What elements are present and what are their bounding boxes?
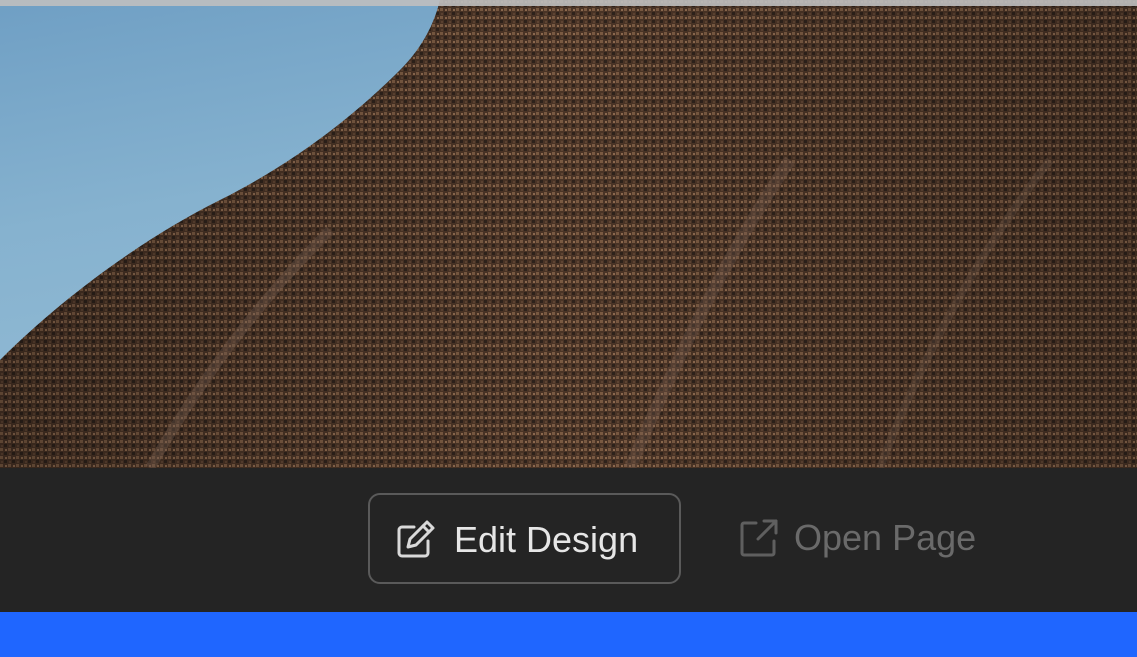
open-page-button[interactable]: Open Page (736, 493, 996, 584)
preview-toolbar: Edit Design Open Page (0, 468, 1137, 612)
accent-bar (0, 612, 1137, 657)
preview-top-strip (0, 0, 1137, 6)
photo-image (0, 0, 1137, 468)
external-link-icon (738, 517, 780, 559)
open-page-label: Open Page (794, 517, 977, 558)
edit-design-button[interactable]: Edit Design (368, 493, 681, 584)
edit-design-label: Edit Design (454, 519, 639, 560)
edit-icon (394, 517, 438, 561)
app-window: Edit Design Open Page (0, 0, 1137, 657)
photo-preview (0, 0, 1137, 468)
